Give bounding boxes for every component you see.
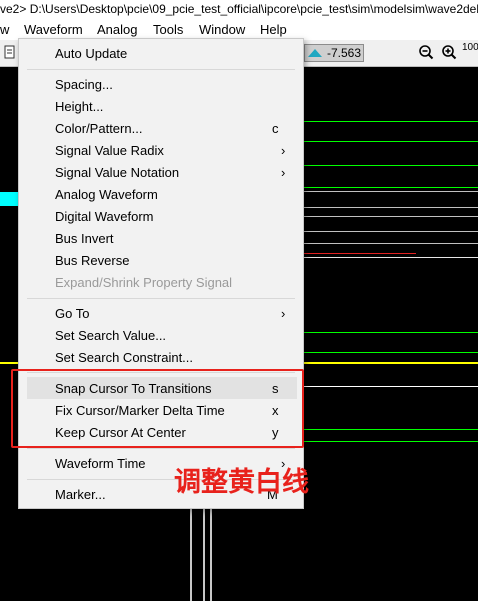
annotation-label: 调整黄白线 — [174, 467, 309, 498]
cursor-value: -7.563 — [327, 46, 362, 60]
menu-separator — [27, 448, 295, 449]
yellow-cursor-line-left — [0, 362, 18, 364]
submenu-arrow-icon: › — [281, 306, 286, 321]
menu-item-digital-waveform[interactable]: Digital Waveform — [55, 209, 153, 224]
menu-item-height[interactable]: Height... — [55, 99, 103, 114]
menu-item-signal-value-radix[interactable]: Signal Value Radix — [55, 143, 164, 158]
menu-item-auto-update[interactable]: Auto Update — [55, 46, 127, 61]
menu-item-set-search-constraint[interactable]: Set Search Constraint... — [55, 350, 193, 365]
wave-trace — [302, 231, 478, 232]
wave-trace — [302, 243, 478, 244]
wave-trace — [302, 165, 478, 166]
zoom-100-button[interactable]: 100 — [462, 42, 478, 53]
window-title: ve2> D:\Users\Desktop\pcie\09_pcie_test_… — [0, 2, 478, 16]
document-icon[interactable] — [2, 44, 18, 60]
waveform-dropdown-menu: Auto Update Spacing... Height... Color/P… — [18, 38, 304, 509]
menu-item-bus-reverse[interactable]: Bus Reverse — [55, 253, 129, 268]
vertical-bar — [210, 507, 212, 601]
menu-item-snap-cursor[interactable]: Snap Cursor To Transitions — [55, 381, 212, 396]
menu-window[interactable]: Window — [199, 20, 245, 40]
wave-trace — [302, 207, 478, 208]
menu-tools[interactable]: Tools — [153, 20, 183, 40]
menu-item-color-pattern[interactable]: Color/Pattern... — [55, 121, 142, 136]
wave-trace — [302, 121, 478, 122]
menu-item-go-to[interactable]: Go To — [55, 306, 89, 321]
menu-item-keep-cursor-center[interactable]: Keep Cursor At Center — [55, 425, 186, 440]
menu-item-bus-invert[interactable]: Bus Invert — [55, 231, 114, 246]
wave-trace — [302, 216, 478, 217]
yellow-cursor-line[interactable] — [302, 362, 478, 364]
selected-signal-highlight — [0, 192, 18, 206]
wave-trace — [302, 141, 478, 142]
menu-item-set-search-value[interactable]: Set Search Value... — [55, 328, 166, 343]
menu-analog[interactable]: Analog — [97, 20, 137, 40]
wave-trace — [302, 352, 478, 353]
menu-help[interactable]: Help — [260, 20, 287, 40]
wave-trace — [302, 441, 478, 442]
cursor-marker-icon — [308, 49, 322, 57]
wave-trace — [302, 187, 478, 188]
shortcut-x: x — [272, 403, 279, 418]
wave-trace — [302, 429, 478, 430]
menu-item-expand-shrink: Expand/Shrink Property Signal — [55, 275, 233, 290]
zoom-out-icon[interactable] — [418, 44, 434, 60]
menu-waveform[interactable]: Waveform — [24, 20, 83, 40]
menu-bar: w Waveform Analog Tools Window Help — [0, 20, 478, 40]
cursor-value-field[interactable]: -7.563 — [304, 44, 364, 62]
wave-trace-red — [302, 253, 416, 254]
zoom-in-icon[interactable] — [441, 44, 457, 60]
menu-item-marker[interactable]: Marker... — [55, 487, 106, 502]
menu-item-analog-waveform[interactable]: Analog Waveform — [55, 187, 158, 202]
menu-view[interactable]: w — [0, 20, 9, 40]
menu-item-signal-value-notation[interactable]: Signal Value Notation — [55, 165, 179, 180]
window-title-bar: ve2> D:\Users\Desktop\pcie\09_pcie_test_… — [0, 0, 478, 20]
vertical-bar — [190, 507, 192, 601]
submenu-arrow-icon: › — [281, 165, 286, 180]
wave-trace — [302, 332, 478, 333]
menu-item-waveform-time[interactable]: Waveform Time — [55, 456, 146, 471]
menu-separator — [27, 69, 295, 70]
submenu-arrow-icon: › — [281, 143, 286, 158]
shortcut-s: s — [272, 381, 279, 396]
shortcut-c: c — [272, 121, 279, 136]
menu-separator — [27, 298, 295, 299]
signal-name-strip — [0, 67, 18, 601]
vertical-bar — [203, 507, 205, 601]
wave-trace — [302, 257, 478, 258]
menu-item-spacing[interactable]: Spacing... — [55, 77, 113, 92]
shortcut-y: y — [272, 425, 279, 440]
menu-item-fix-cursor-marker-delta[interactable]: Fix Cursor/Marker Delta Time — [55, 403, 225, 418]
menu-separator — [27, 372, 295, 373]
white-marker-line[interactable] — [302, 386, 478, 387]
wave-trace — [302, 191, 478, 192]
